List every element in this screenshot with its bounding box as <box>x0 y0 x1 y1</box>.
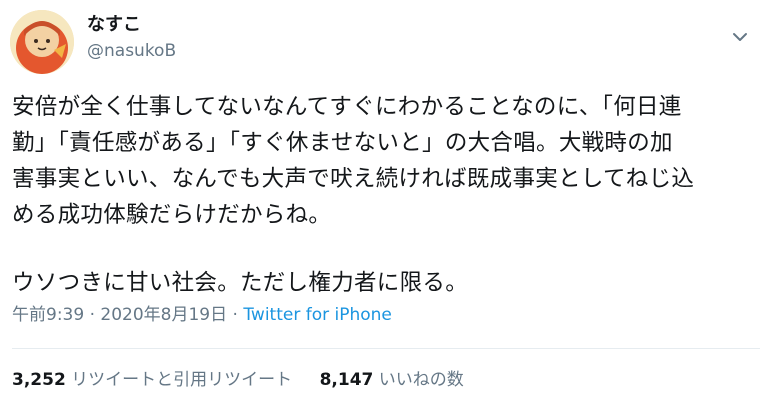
likes-count: 8,147 <box>319 370 374 390</box>
display-name[interactable]: なすこ <box>87 14 141 36</box>
meta-separator: · <box>84 305 101 325</box>
retweets-count: 3,252 <box>12 370 66 390</box>
tweet-time[interactable]: 午前9:39 <box>12 305 84 325</box>
tweet-text-line: める成功体験だらけだからね。 <box>12 202 332 228</box>
tweet-date[interactable]: 2020年8月19日 <box>100 305 227 325</box>
tweet-source-link[interactable]: Twitter for iPhone <box>243 305 392 325</box>
avatar-illustration-icon <box>10 10 74 74</box>
avatar[interactable] <box>10 10 74 74</box>
tweet-meta: 午前9:39 · 2020年8月19日 · Twitter for iPhone <box>12 304 392 326</box>
tweet-card: なすこ @nasukoB 安倍が全く仕事してないなんてすぐにわかることなのに、「… <box>0 0 772 399</box>
likes-stat[interactable]: 8,147 いいねの数 <box>320 369 464 391</box>
tweet-text: 安倍が全く仕事してないなんてすぐにわかることなのに、「何日連 勤」「責任感がある… <box>12 89 764 301</box>
tweet-text-line: 安倍が全く仕事してないなんてすぐにわかることなのに、「何日連 <box>12 94 682 120</box>
tweet-stats: 3,252 リツイートと引用リツイート 8,147 いいねの数 <box>12 369 464 391</box>
retweets-stat[interactable]: 3,252 リツイートと引用リツイート <box>12 369 292 391</box>
likes-label: いいねの数 <box>373 370 464 390</box>
tweet-text-line: 勤」「責任感がある」「すぐ休ませないと」の大合唱。大戦時の加 <box>12 130 673 156</box>
tweet-text-line: ウソつきに甘い社会。ただし権力者に限る。 <box>12 270 469 296</box>
divider <box>12 348 760 349</box>
meta-separator: · <box>227 305 244 325</box>
user-handle[interactable]: @nasukoB <box>87 40 176 62</box>
retweets-label: リツイートと引用リツイート <box>65 370 293 390</box>
tweet-text-line: 害事実といい、なんでも大声で吠え続ければ既成事実としてねじ込 <box>12 166 695 192</box>
chevron-down-icon[interactable] <box>728 27 752 47</box>
